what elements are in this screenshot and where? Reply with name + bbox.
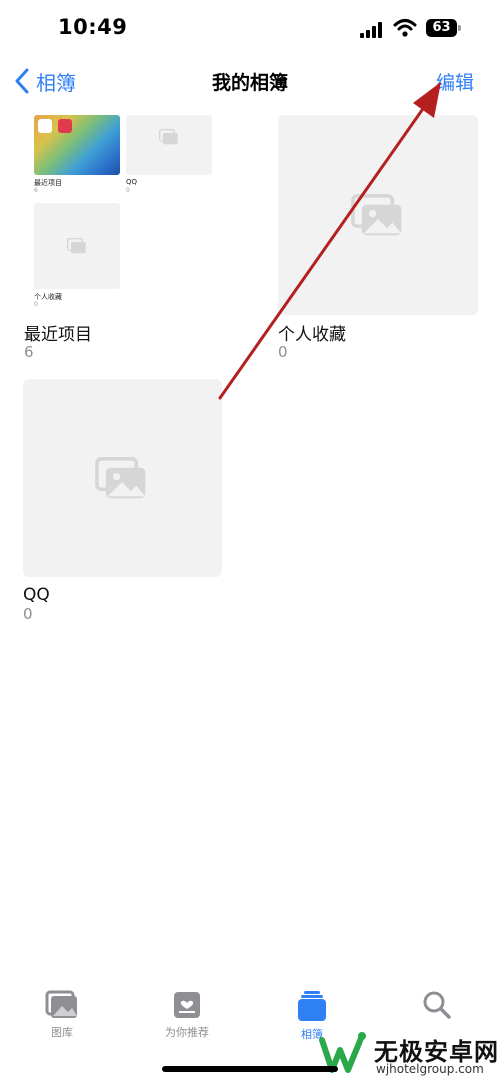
album-count: 0: [23, 605, 33, 623]
tab-for-you[interactable]: 为你推荐: [147, 990, 227, 1040]
tab-library[interactable]: 图库: [22, 990, 102, 1040]
wifi-icon: [393, 19, 417, 37]
mini-album-thumb-favorites: [34, 203, 120, 289]
mini-album-name: QQ: [126, 178, 138, 186]
album-recent[interactable]: 最近项目 6 QQ 0 个人收藏 0 最近项目 6: [24, 110, 222, 361]
mini-album-count: 6: [34, 187, 38, 194]
album-favorites[interactable]: 个人收藏 0: [278, 115, 478, 363]
mini-album-thumb-recent: [34, 115, 120, 175]
battery-icon: 63: [426, 19, 462, 37]
battery-level: 63: [432, 20, 451, 35]
photo-library-icon: [45, 990, 77, 1018]
album-thumb: [278, 115, 478, 315]
for-you-icon: [174, 992, 200, 1018]
album-name: 最近项目: [24, 325, 92, 345]
app-icon: [38, 119, 52, 133]
album-count: 0: [278, 343, 288, 361]
album-thumb: [23, 379, 222, 577]
album-qq[interactable]: QQ 0: [23, 379, 223, 627]
page-title: 我的相簿: [211, 72, 288, 94]
tab-label: 图库: [51, 1026, 73, 1039]
mini-album-count: 0: [34, 301, 38, 308]
search-icon: [423, 991, 451, 1019]
tab-label: 为你推荐: [165, 1026, 209, 1039]
mini-album-count: 0: [126, 187, 130, 194]
mini-album-thumb-qq: [126, 115, 212, 175]
album-name: QQ: [23, 585, 50, 605]
cellular-signal-icon: [360, 22, 382, 38]
mini-album-name: 个人收藏: [34, 293, 62, 301]
edit-button[interactable]: 编辑: [436, 68, 474, 95]
status-time: 10:49: [58, 15, 128, 39]
album-name: 个人收藏: [278, 325, 346, 345]
watermark-url: wjhotelgroup.com: [376, 1062, 484, 1076]
home-indicator[interactable]: [162, 1066, 338, 1072]
photo-placeholder-icon: [351, 194, 402, 236]
photo-placeholder-icon: [95, 457, 146, 499]
albums-icon: [298, 991, 326, 1021]
tab-search[interactable]: [397, 990, 477, 1024]
app-icon: [58, 119, 72, 133]
photo-placeholder-icon: [67, 238, 86, 254]
mini-album-name: 最近项目: [34, 179, 62, 187]
album-count: 6: [24, 343, 34, 361]
photo-placeholder-icon: [159, 129, 178, 145]
